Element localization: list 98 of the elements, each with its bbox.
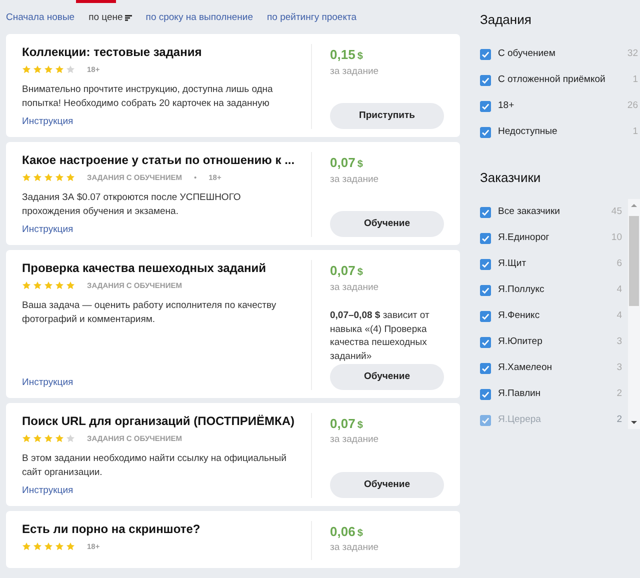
star-icon [55, 281, 64, 290]
filter-count: 4 [616, 283, 623, 298]
filter-option[interactable]: Я.Поллукс 4 [480, 277, 624, 304]
filter-count: 32 [627, 47, 639, 62]
task-description: Внимательно прочтите инструкцию, доступна лишь одна попытка! Необходимо собрать 20 карточек на заданную [22, 83, 274, 111]
filter-label: Я.Павлин [498, 387, 541, 402]
star-icon [33, 65, 42, 74]
star-icon [44, 281, 53, 290]
task-price: 0,06$ [330, 522, 364, 541]
filter-count: 3 [616, 361, 623, 376]
filter-label: Я.Щит [498, 257, 526, 272]
filter-label: С отложенной приёмкой [498, 73, 606, 88]
filter-count: 4 [616, 309, 623, 324]
star-icon [55, 434, 64, 443]
task-description: В этом задании необходимо найти ссылку на официальный сайт организации. [22, 452, 288, 480]
filter-label: Я.Феникс [498, 309, 540, 324]
task-price: 0,07$ [330, 154, 364, 172]
star-icon [66, 281, 75, 290]
filter-count: 3 [616, 335, 623, 350]
task-title: Есть ли порно на скриншоте? [22, 520, 202, 537]
task-title: Проверка качества пешеходных заданий [22, 260, 268, 276]
filter-label: Я.Церера [498, 413, 541, 428]
task-action-button[interactable]: Обучение [330, 472, 444, 498]
filter-option[interactable]: Я.Щит 6 [480, 251, 624, 278]
filter-label: Я.Юпитер [498, 335, 542, 350]
task-price: 0,07$ [330, 262, 364, 280]
filter-count: 1 [632, 73, 639, 88]
star-icon [33, 434, 42, 443]
star-icon [44, 173, 53, 182]
task-description: Ваша задача — оценить работу исполнителя по качеству фотографий и комментариям. [22, 299, 278, 327]
filter-count: 2 [616, 413, 623, 428]
filter-count: 1 [632, 125, 639, 140]
task-action-button[interactable]: Приступить [330, 103, 444, 130]
active-tab-indicator [76, 0, 116, 3]
star-icon [22, 542, 31, 552]
star-icon [44, 434, 53, 443]
filter-option[interactable]: Я.Павлин 2 [480, 381, 624, 408]
star-icon [22, 434, 31, 443]
task-price: 0,15$ [330, 46, 364, 64]
task-title: Коллекции: тестовые задания [22, 44, 203, 60]
star-icon [55, 65, 64, 74]
section-title: Заказчики [480, 170, 542, 186]
filter-option[interactable]: Все заказчики 45 [480, 199, 624, 226]
star-icon [66, 173, 75, 182]
filter-label: Все заказчики [498, 205, 560, 220]
task-price: 0,07$ [330, 414, 364, 433]
sort-link[interactable]: Сначала новые [6, 11, 75, 26]
star-icon [66, 434, 75, 443]
star-icon [66, 65, 75, 74]
instruction-link[interactable]: Инструкция [22, 480, 74, 498]
filter-count: 6 [616, 257, 623, 272]
filter-option[interactable]: 18+ 26 [480, 94, 640, 120]
section-title: Задания [480, 12, 532, 28]
filter-label: Я.Поллукс [498, 283, 544, 298]
star-icon [22, 281, 31, 290]
price-unit: за задание [330, 172, 380, 187]
star-icon [33, 173, 42, 182]
star-icon [55, 173, 64, 182]
star-icon [22, 173, 31, 182]
filter-option[interactable]: Недоступные 1 [480, 120, 640, 146]
price-unit: за задание [330, 280, 380, 295]
task-action-button[interactable]: Обучение [330, 364, 444, 390]
price-unit: за задание [330, 433, 380, 448]
filter-label: С обучением [498, 47, 556, 62]
price-note: 0,07–0,08 $ зависит от навыка «(4) Проверка качества пешеходных заданий» [330, 308, 430, 364]
filter-count: 26 [627, 99, 639, 114]
filter-option[interactable]: Я.Единорог 10 [480, 225, 624, 252]
price-unit: за задание [330, 64, 380, 78]
star-icon [33, 281, 42, 290]
filter-count: 10 [611, 231, 623, 246]
filter-option[interactable]: С отложенной приёмкой 1 [480, 68, 640, 94]
filter-option[interactable]: Я.Юпитер 3 [480, 329, 624, 356]
star-icon [44, 65, 53, 74]
instruction-link[interactable]: Инструкция [22, 372, 74, 390]
star-icon [44, 542, 53, 552]
filter-label: Я.Хамелеон [498, 361, 552, 376]
star-icon [22, 65, 31, 74]
sort-link[interactable]: по сроку на выполнение [146, 11, 254, 26]
filter-option[interactable]: Я.Феникс 4 [480, 303, 624, 330]
task-title: Какое настроение у статьи по отношению к ... [22, 152, 296, 168]
filter-option[interactable]: С обучением 32 [480, 42, 640, 68]
task-action-button[interactable]: Обучение [330, 211, 444, 238]
task-title: Поиск URL для организаций (ПОСТПРИЁМКА) [22, 412, 296, 429]
instruction-link[interactable]: Инструкция [22, 218, 74, 238]
filter-label: 18+ [498, 99, 514, 114]
filter-count: 45 [611, 205, 623, 220]
filter-option[interactable]: Я.Хамелеон 3 [480, 355, 624, 382]
star-icon [55, 542, 64, 552]
star-icon [66, 542, 75, 552]
star-icon [33, 542, 42, 552]
instruction-link[interactable]: Инструкция [22, 110, 74, 130]
task-description: Задания ЗА $0.07 откроются после УСПЕШНОГО прохождения обучения и экзамена. [22, 191, 242, 219]
filter-label: Я.Единорог [498, 231, 550, 246]
sort-link[interactable]: по рейтингу проекта [267, 11, 357, 26]
sort-link[interactable]: по цене [88, 11, 132, 26]
filter-count: 2 [616, 387, 623, 402]
price-unit: за задание [330, 541, 380, 556]
filter-label: Недоступные [498, 125, 558, 140]
